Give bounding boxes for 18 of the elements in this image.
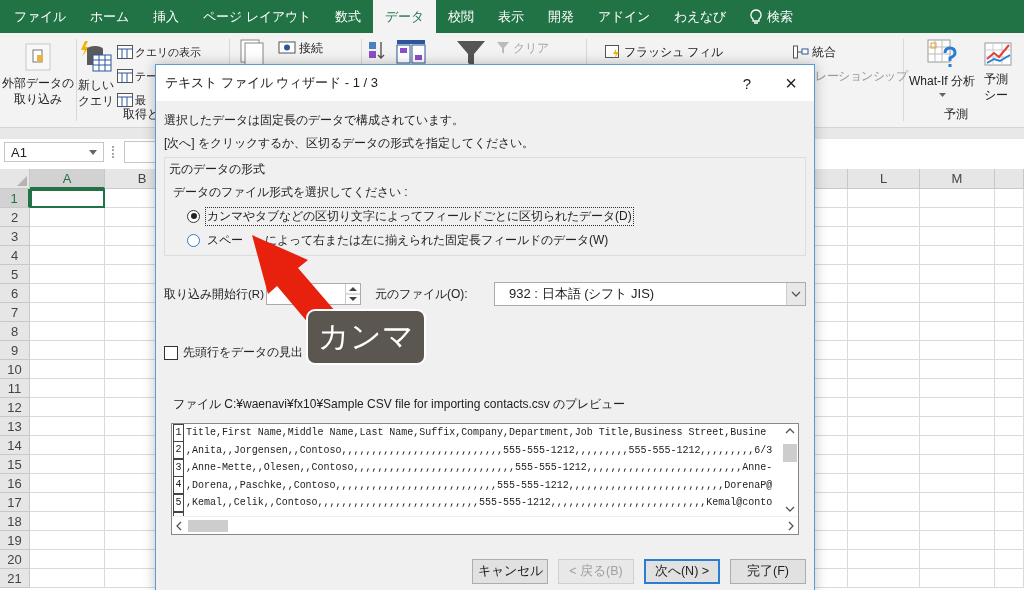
preview-line: ,Anita,,Jorgensen,,Contoso,,,,,,,,,,,,,,,,,,,,,,,,,,,555-555-1212,,,,,,,,,555-555-1212,,,,,,,,,6/3 xyxy=(186,444,773,456)
line-number: 1 xyxy=(173,424,184,442)
caption-callout: カンマ xyxy=(306,309,426,365)
instruction-text: [次へ] をクリックするか、区切るデータの形式を指定してください。 xyxy=(164,135,535,151)
start-row-label: 取り込み開始行(R) xyxy=(164,286,264,302)
preview-line: ,Dorena,,Paschke,,Contoso,,,,,,,,,,,,,,,,,,,,,,,,,,,555-555-1212,,,,,,,,,,,,,,,,,,,,,,,,,,DorenaP@ xyxy=(186,479,773,491)
line-number: 2 xyxy=(173,441,184,460)
instruction-text: 選択したデータは固定長のデータで構成されています。 xyxy=(164,112,465,128)
preview-line: ,Anne-Mette,,Olesen,,Contoso,,,,,,,,,,,,,,,,,,,,,,,,,,,555-555-1212,,,,,,,,,,,,,,,,,,,,,,,,,,Anne- xyxy=(186,462,773,474)
dialog-title: テキスト ファイル ウィザード - 1 / 3 xyxy=(165,74,379,92)
preview-label: ファイル C:¥waenavi¥fx10¥Sample CSV file for importing contacts.csv のプレビュー xyxy=(173,396,627,413)
preview-line: ,Kemal,,Celik,,Contoso,,,,,,,,,,,,,,,,,,,,,,,,,,,555-555-1212,,,,,,,,,,,,,,,,,,,,,,,,,,Kemal@conto xyxy=(186,497,773,509)
line-number: 3 xyxy=(173,458,184,477)
origin-label: 元のファイル(O): xyxy=(374,285,468,303)
preview-line: Title,First Name,Middle Name,Last Name,Suffix,Company,Department,Job Title,Business Street,Busine xyxy=(186,427,767,439)
group-label: 予測 xyxy=(944,106,968,123)
line-number: 4 xyxy=(173,476,184,495)
line-number: 5 xyxy=(173,493,184,512)
